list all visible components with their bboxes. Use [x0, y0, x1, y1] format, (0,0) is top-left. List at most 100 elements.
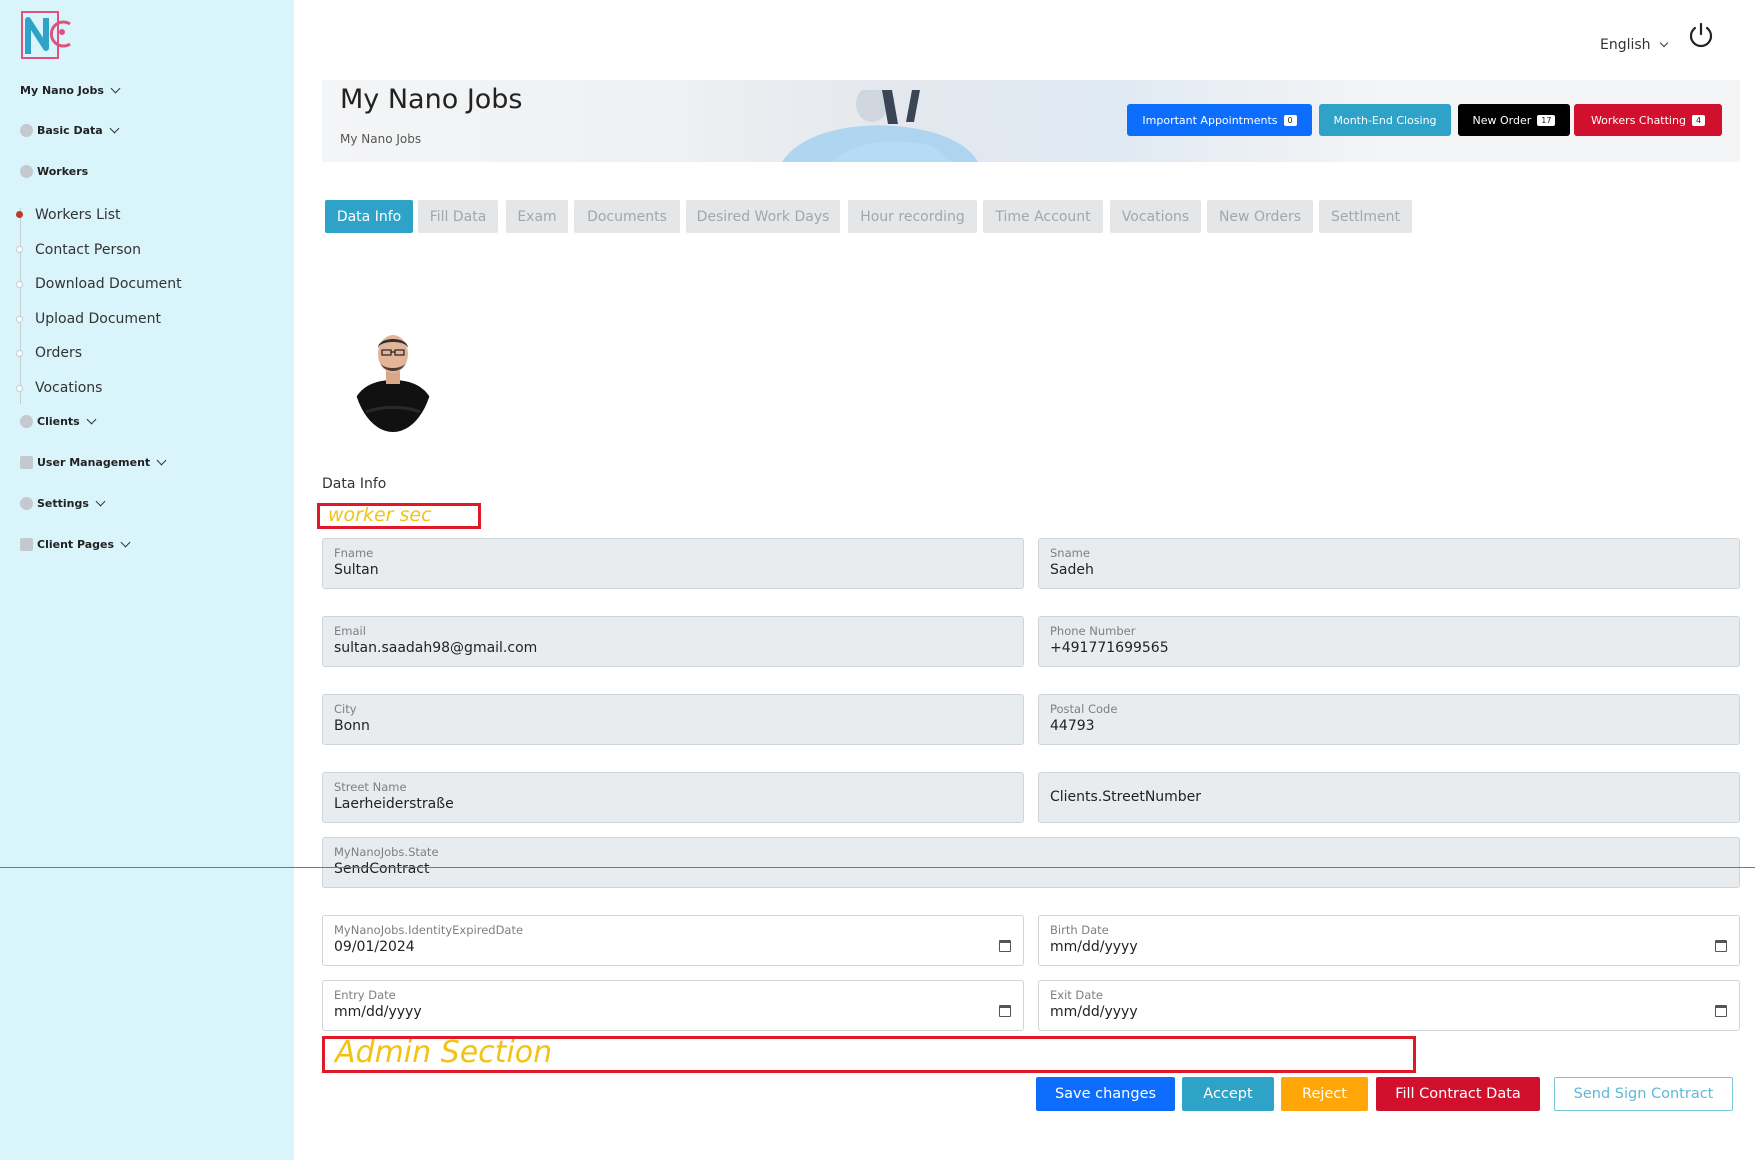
sidebar-item-orders[interactable]: Orders [35, 345, 82, 361]
state-field[interactable]: MyNanoJobs.State SendContract [322, 837, 1740, 888]
important-appointments-button[interactable]: Important Appointments 0 [1127, 104, 1312, 136]
fname-field[interactable]: Fname Sultan [322, 538, 1024, 589]
tab-vocations[interactable]: Vocations [1110, 200, 1201, 233]
sidebar-group-workers[interactable]: Workers [20, 165, 88, 178]
field-label: Email [334, 624, 366, 638]
email-field[interactable]: Email sultan.saadah98@gmail.com [322, 616, 1024, 667]
month-end-closing-button[interactable]: Month-End Closing [1319, 104, 1451, 136]
field-value: Clients.StreetNumber [1050, 789, 1202, 805]
sidebar-group-my-nano-jobs[interactable]: My Nano Jobs [20, 83, 121, 97]
field-value: Laerheiderstraße [334, 796, 454, 812]
tree-dot [16, 316, 23, 323]
breadcrumb[interactable]: My Nano Jobs [340, 132, 421, 146]
chevron-down-icon [110, 83, 121, 94]
sidebar-item-contact-person[interactable]: Contact Person [35, 242, 141, 258]
language-selector[interactable]: English [1600, 37, 1668, 53]
chevron-down-icon [86, 414, 97, 425]
calendar-icon[interactable] [999, 1005, 1011, 1017]
sidebar-item-download-document[interactable]: Download Document [35, 276, 182, 292]
field-value: +491771699565 [1050, 640, 1169, 656]
tab-hour-recording[interactable]: Hour recording [848, 200, 977, 233]
sidebar-group-label: Settings [37, 497, 89, 510]
field-label: Exit Date [1050, 988, 1103, 1002]
field-label: Street Name [334, 780, 407, 794]
tab-time-account[interactable]: Time Account [983, 200, 1103, 233]
language-label: English [1600, 37, 1651, 53]
section-title: Data Info [322, 476, 387, 492]
tree-dot [16, 281, 23, 288]
count-badge: 4 [1691, 114, 1706, 126]
field-label: Birth Date [1050, 923, 1109, 937]
tab-settlment[interactable]: Settlment [1319, 200, 1412, 233]
field-value: 09/01/2024 [334, 939, 415, 955]
reject-button[interactable]: Reject [1281, 1077, 1368, 1111]
field-value: Sadeh [1050, 562, 1094, 578]
sname-field[interactable]: Sname Sadeh [1038, 538, 1740, 589]
send-sign-contract-button[interactable]: Send Sign Contract [1554, 1077, 1733, 1111]
count-badge: 17 [1537, 114, 1556, 126]
tab-fill-data[interactable]: Fill Data [418, 200, 498, 233]
header-banner-image [782, 90, 978, 162]
field-label: City [334, 702, 357, 716]
sidebar-item-upload-document[interactable]: Upload Document [35, 311, 161, 327]
accept-button[interactable]: Accept [1182, 1077, 1274, 1111]
birth-date-input[interactable]: Birth Date mm/dd/yyyy [1038, 915, 1740, 966]
sidebar-group-user-management[interactable]: User Management [20, 455, 167, 469]
sidebar-group-client-pages[interactable]: Client Pages [20, 537, 131, 551]
users-icon [20, 415, 33, 428]
entry-date-input[interactable]: Entry Date mm/dd/yyyy [322, 980, 1024, 1031]
save-changes-button[interactable]: Save changes [1036, 1077, 1175, 1111]
sidebar-group-label: My Nano Jobs [20, 84, 104, 97]
tab-data-info[interactable]: Data Info [325, 200, 413, 233]
chevron-down-icon [95, 496, 106, 507]
field-label: Postal Code [1050, 702, 1118, 716]
calendar-icon[interactable] [1715, 1005, 1727, 1017]
profile-photo [352, 300, 434, 432]
field-label: MyNanoJobs.State [334, 845, 439, 859]
page-icon [20, 538, 33, 551]
user-cog-icon [20, 456, 33, 469]
street-number-field[interactable]: Clients.StreetNumber [1038, 772, 1740, 823]
field-value: mm/dd/yyyy [334, 1004, 422, 1020]
postal-code-field[interactable]: Postal Code 44793 [1038, 694, 1740, 745]
field-value: Bonn [334, 718, 370, 734]
app-logo[interactable] [20, 10, 76, 62]
sidebar-group-label: User Management [37, 456, 151, 469]
fill-contract-data-button[interactable]: Fill Contract Data [1376, 1077, 1540, 1111]
divider-line [0, 867, 1755, 868]
page-header: My Nano Jobs My Nano Jobs Important Appo… [322, 80, 1740, 162]
sidebar-item-vocations[interactable]: Vocations [35, 380, 102, 396]
tab-desired-work-days[interactable]: Desired Work Days [686, 200, 840, 233]
count-badge: 0 [1283, 114, 1297, 126]
calendar-icon[interactable] [1715, 940, 1727, 952]
field-label: Fname [334, 546, 374, 560]
page-title: My Nano Jobs [340, 84, 523, 115]
worker-section-annotation-box: worker sec [317, 503, 481, 529]
tab-exam[interactable]: Exam [506, 200, 568, 233]
new-order-button[interactable]: New Order 17 [1458, 104, 1570, 136]
gear-icon [20, 497, 33, 510]
field-value: Sultan [334, 562, 379, 578]
workers-chatting-button[interactable]: Workers Chatting 4 [1574, 104, 1722, 136]
identity-expired-date-input[interactable]: MyNanoJobs.IdentityExpiredDate 09/01/202… [322, 915, 1024, 966]
exit-date-input[interactable]: Exit Date mm/dd/yyyy [1038, 980, 1740, 1031]
sidebar-group-basic-data[interactable]: Basic Data [20, 123, 120, 137]
sidebar-group-clients[interactable]: Clients [20, 414, 97, 428]
sidebar-item-workers-list[interactable]: Workers List [35, 207, 121, 223]
power-icon[interactable] [1688, 22, 1714, 48]
tab-documents[interactable]: Documents [574, 200, 680, 233]
admin-section-annotation: Admin Section [335, 1035, 553, 1070]
calendar-icon[interactable] [999, 940, 1011, 952]
sidebar-group-label: Basic Data [37, 124, 103, 137]
button-label: Month-End Closing [1333, 113, 1437, 127]
database-icon [20, 124, 33, 137]
sidebar-group-label: Client Pages [37, 538, 115, 551]
city-field[interactable]: City Bonn [322, 694, 1024, 745]
street-name-field[interactable]: Street Name Laerheiderstraße [322, 772, 1024, 823]
field-value: mm/dd/yyyy [1050, 939, 1138, 955]
tab-new-orders[interactable]: New Orders [1207, 200, 1313, 233]
chevron-down-icon [109, 123, 120, 134]
field-value: 44793 [1050, 718, 1095, 734]
sidebar-group-settings[interactable]: Settings [20, 496, 106, 510]
phone-number-field[interactable]: Phone Number +491771699565 [1038, 616, 1740, 667]
